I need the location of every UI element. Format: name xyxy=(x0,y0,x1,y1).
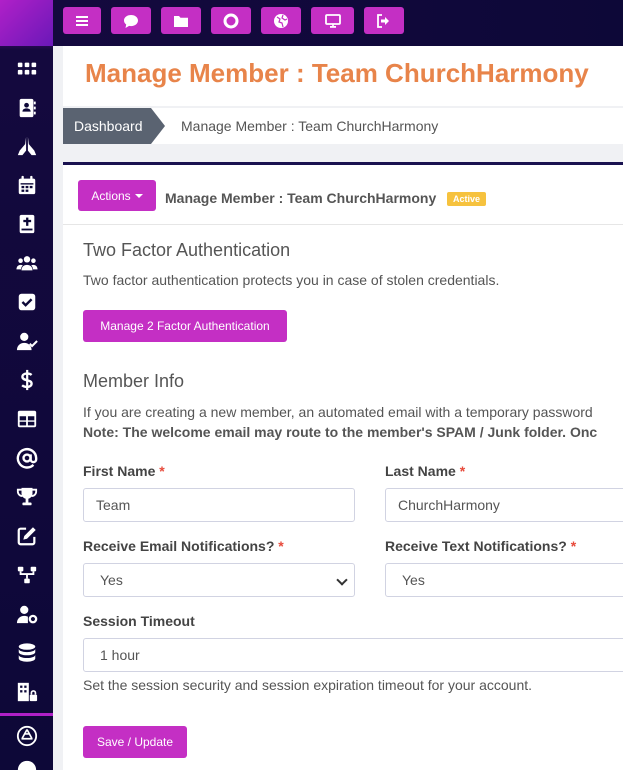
at-icon[interactable] xyxy=(0,446,53,470)
user-check-icon[interactable] xyxy=(0,329,53,353)
check-square-icon[interactable] xyxy=(0,290,53,314)
sidebar-more-icon[interactable] xyxy=(0,758,53,770)
dollar-icon[interactable] xyxy=(0,368,53,392)
user-cog-icon[interactable] xyxy=(0,602,53,626)
text-notifications-value: Yes xyxy=(402,572,425,588)
calendar-icon[interactable] xyxy=(0,173,53,197)
edit-icon[interactable] xyxy=(0,524,53,548)
member-info-heading: Member Info xyxy=(83,371,185,391)
actions-label: Actions xyxy=(91,188,131,203)
title-bar: Manage Member : Team ChurchHarmony xyxy=(63,46,623,106)
grid-icon[interactable] xyxy=(0,57,53,81)
email-notifications-label: Receive Email Notifications? * xyxy=(83,538,284,554)
email-notifications-select[interactable]: Yes xyxy=(83,563,355,597)
sign-out-button[interactable] xyxy=(364,7,404,34)
email-notifications-value: Yes xyxy=(100,572,123,588)
globe-icon xyxy=(274,13,288,28)
member-info-description: If you are creating a new member, an aut… xyxy=(83,404,593,420)
text-notifications-select[interactable]: Yes xyxy=(385,563,623,597)
page-title: Manage Member : Team ChurchHarmony xyxy=(85,58,589,88)
breadcrumb-current: Manage Member : Team ChurchHarmony xyxy=(181,118,439,134)
actions-dropdown-button[interactable]: Actions xyxy=(78,180,156,211)
main-content: Manage Member : Team ChurchHarmony Dashb… xyxy=(53,46,623,770)
chat-icon xyxy=(124,14,138,28)
display-button[interactable] xyxy=(311,7,354,34)
member-card: Actions Manage Member : Team ChurchHarmo… xyxy=(63,162,623,770)
praying-hands-icon[interactable] xyxy=(0,134,53,158)
menu-button[interactable] xyxy=(63,7,101,34)
table-icon[interactable] xyxy=(0,407,53,431)
two-factor-description: Two factor authentication protects you i… xyxy=(83,272,500,288)
manage-2fa-button[interactable]: Manage 2 Factor Authentication xyxy=(83,310,287,342)
app-store-icon[interactable] xyxy=(0,724,53,748)
monitor-icon xyxy=(324,13,341,28)
caret-down-icon xyxy=(134,193,143,198)
two-factor-heading: Two Factor Authentication xyxy=(83,240,291,260)
breadcrumb-dashboard[interactable]: Dashboard xyxy=(63,108,165,144)
first-name-input[interactable]: Team xyxy=(83,488,355,522)
sidebar xyxy=(0,0,53,770)
last-name-input[interactable]: ChurchHarmony xyxy=(385,488,623,522)
top-toolbar xyxy=(53,0,623,46)
save-update-button[interactable]: Save / Update xyxy=(83,726,187,758)
card-header: Actions Manage Member : Team ChurchHarmo… xyxy=(63,165,623,225)
address-book-icon[interactable] xyxy=(0,96,53,120)
sign-out-icon xyxy=(377,13,389,28)
session-timeout-label: Session Timeout xyxy=(83,613,195,629)
support-button[interactable] xyxy=(211,7,251,34)
member-info-note: Note: The welcome email may route to the… xyxy=(83,424,598,440)
folder-button[interactable] xyxy=(161,7,201,34)
session-timeout-select[interactable]: 1 hour xyxy=(83,638,623,672)
trophy-icon[interactable] xyxy=(0,485,53,509)
sidebar-logo xyxy=(0,0,53,46)
bible-icon[interactable] xyxy=(0,212,53,236)
breadcrumb: Dashboard Manage Member : Team ChurchHar… xyxy=(63,108,623,144)
last-name-label: Last Name * xyxy=(385,463,466,479)
database-icon[interactable] xyxy=(0,641,53,665)
menu-icon xyxy=(76,15,88,26)
folder-icon xyxy=(174,15,188,27)
text-notifications-label: Receive Text Notifications? * xyxy=(385,538,577,554)
status-badge: Active xyxy=(447,192,487,206)
building-lock-icon[interactable] xyxy=(0,680,53,704)
session-timeout-value: 1 hour xyxy=(100,647,140,663)
session-timeout-help: Set the session security and session exp… xyxy=(83,677,533,693)
users-icon[interactable] xyxy=(0,251,53,275)
sidebar-separator xyxy=(0,713,53,716)
card-title: Manage Member : Team ChurchHarmony xyxy=(165,190,437,206)
chevron-down-icon xyxy=(336,574,348,586)
chat-button[interactable] xyxy=(111,7,151,34)
globe-button[interactable] xyxy=(261,7,301,34)
lifebuoy-icon xyxy=(223,13,239,28)
network-icon[interactable] xyxy=(0,563,53,587)
first-name-label: First Name * xyxy=(83,463,165,479)
